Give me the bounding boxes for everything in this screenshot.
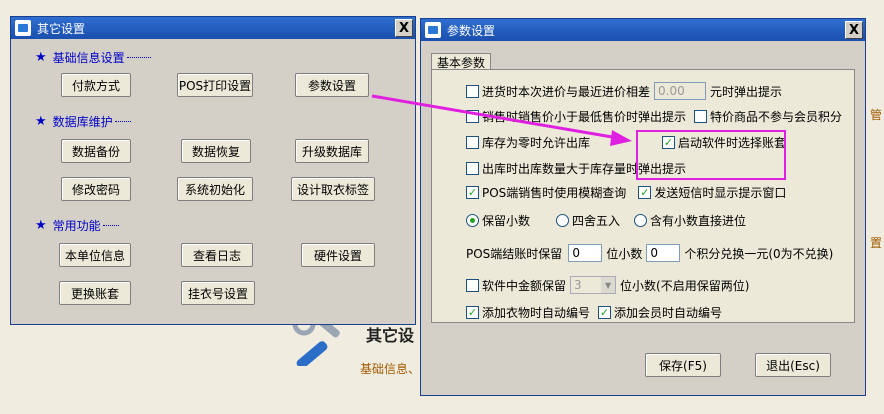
annotation-arrow [371, 94, 632, 146]
